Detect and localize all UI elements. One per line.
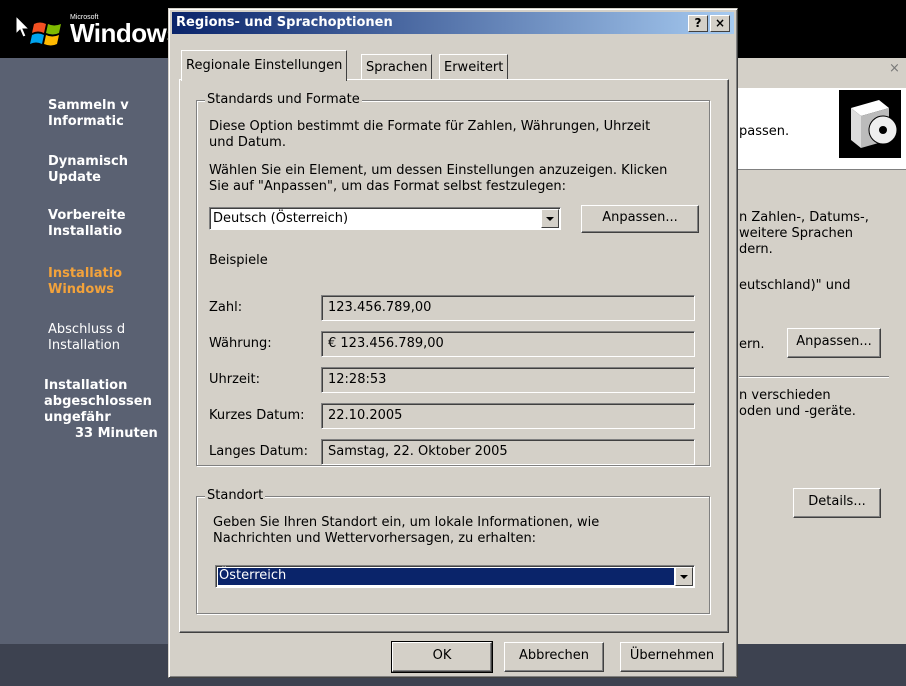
examples-heading: Beispiele <box>209 253 268 268</box>
wizard-text-formats: n Zahlen-, Datums-, weitere Sprachen der… <box>739 210 869 257</box>
wizard-details-button[interactable]: Details... <box>793 488 881 518</box>
windows-logo: Microsoft Windows <box>28 14 181 54</box>
example-label: Uhrzeit: <box>209 372 261 387</box>
formats-description: Diese Option bestimmt die Formate für Za… <box>209 119 651 150</box>
wizard-text-locale: eutschland)" und <box>739 278 851 293</box>
example-label: Langes Datum: <box>209 444 308 459</box>
close-button[interactable]: × <box>710 15 730 32</box>
dropdown-arrow-icon[interactable] <box>675 567 693 586</box>
wizard-header-text: passen. <box>739 124 790 139</box>
location-legend: Standort <box>205 488 266 503</box>
help-button[interactable]: ? <box>688 15 708 32</box>
step-collect-info: Sammeln v Informatic <box>48 98 168 130</box>
formats-group: Standards und Formate Diese Option besti… <box>196 92 710 466</box>
brand-name: Windows <box>70 18 181 48</box>
step-prepare-install: Vorbereite Installatio <box>48 208 168 240</box>
mouse-cursor-icon <box>15 15 31 38</box>
tab-panel: Standards und Formate Diese Option besti… <box>179 79 729 633</box>
format-dropdown[interactable]: Deutsch (Österreich) <box>209 207 561 230</box>
tab-regional-settings[interactable]: Regionale Einstellungen <box>181 50 348 81</box>
cd-box-icon <box>839 90 901 158</box>
example-label: Kurzes Datum: <box>209 408 305 423</box>
example-value-field: Samstag, 22. Oktober 2005 <box>321 439 695 465</box>
formats-legend: Standards und Formate <box>205 92 362 107</box>
formats-instruction: Wählen Sie ein Element, um dessen Einste… <box>209 163 668 194</box>
step-dynamic-update: Dynamisch Update <box>48 154 168 186</box>
apply-button[interactable]: Übernehmen <box>620 642 724 672</box>
dialog-title: Regions- und Sprachoptionen <box>176 15 393 30</box>
example-label: Währung: <box>209 336 272 351</box>
location-dropdown[interactable]: Österreich <box>215 565 695 588</box>
format-dropdown-value: Deutsch (Österreich) <box>213 211 349 226</box>
ok-button[interactable]: OK <box>391 641 493 673</box>
cancel-button[interactable]: Abbrechen <box>504 642 604 672</box>
tab-advanced[interactable]: Erweitert <box>439 54 509 80</box>
tab-languages[interactable]: Sprachen <box>361 54 433 80</box>
dropdown-arrow-icon[interactable] <box>541 209 559 228</box>
regional-options-dialog: Regions- und Sprachoptionen ? × Regional… <box>168 8 738 678</box>
example-value-field: € 123.456.789,00 <box>321 331 695 357</box>
customize-button[interactable]: Anpassen... <box>581 205 699 233</box>
setup-steps-panel: Sammeln v Informatic Dynamisch Update Vo… <box>0 58 170 644</box>
wizard-text-change: ern. <box>739 337 765 352</box>
location-dropdown-value: Österreich <box>217 567 675 586</box>
example-label: Zahl: <box>209 300 243 315</box>
example-value-field: 22.10.2005 <box>321 403 695 429</box>
time-remaining: Installation abgeschlossen ungefähr 33 M… <box>44 378 158 441</box>
windows-flag-icon <box>30 22 61 46</box>
dialog-title-bar[interactable]: Regions- und Sprachoptionen ? × <box>172 12 734 34</box>
wizard-customize-button[interactable]: Anpassen... <box>787 328 881 358</box>
example-value-field: 12:28:53 <box>321 367 695 393</box>
location-description: Geben Sie Ihren Standort ein, um lokale … <box>213 515 600 546</box>
step-finish-install: Abschluss d Installation <box>48 322 168 354</box>
example-value-field: 123.456.789,00 <box>321 295 695 321</box>
step-install-windows: Installatio Windows <box>48 266 168 298</box>
wizard-text-input: n verschieden oden und -geräte. <box>739 388 856 419</box>
location-group: Standort Geben Sie Ihren Standort ein, u… <box>196 488 710 614</box>
wizard-divider <box>739 376 889 378</box>
close-icon[interactable]: × <box>889 62 903 76</box>
